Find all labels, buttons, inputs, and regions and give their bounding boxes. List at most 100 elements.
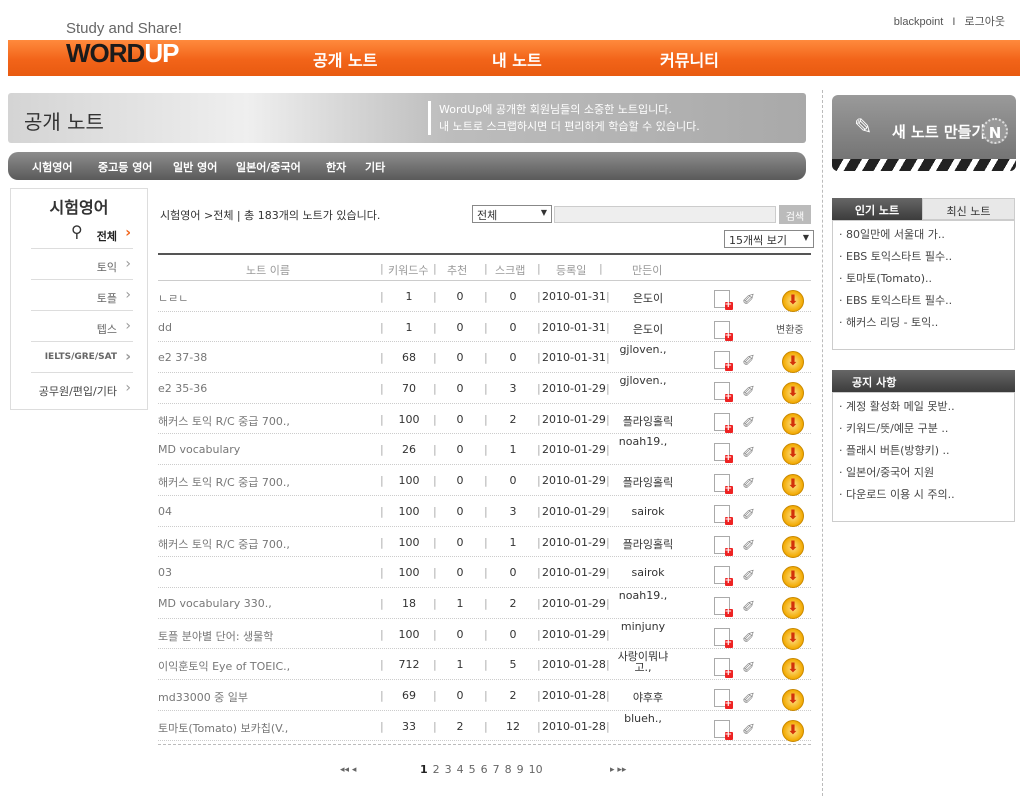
scrap-icon[interactable]: ✐ [742,536,755,555]
note-name[interactable]: md33000 중 일부 [158,689,368,705]
add-note-icon[interactable]: + [714,658,733,679]
download-icon[interactable]: ⬇ [782,504,804,527]
list-item[interactable]: · 80일만에 서울대 가.. [839,224,1014,246]
prev-page-button[interactable]: ◂◂ ◂ [340,765,356,775]
page-number[interactable]: 8 [505,763,512,776]
scrap-icon[interactable]: ✐ [742,351,755,370]
filter-select[interactable]: 전체 ▼ [472,205,552,223]
add-note-icon[interactable]: + [714,351,733,372]
table-row[interactable]: ㄴㄹㄴ | 1 | 0 | 0 | 2010-01-31 | 은도이 + ✐ ⬇ [158,281,811,312]
list-item[interactable]: · 키워드/뜻/예문 구분 .. [839,418,1014,440]
download-icon[interactable]: ⬇ [782,290,804,312]
sidebar-item-all[interactable]: ⚲ 전체 › [31,219,133,249]
download-icon[interactable]: ⬇ [782,566,804,589]
page-number[interactable]: 6 [481,763,488,776]
scrap-icon[interactable]: ✐ [742,443,755,462]
sidebar-item-teps[interactable]: 텝스 › [31,312,133,342]
scrap-icon[interactable]: ✐ [742,628,755,647]
table-row[interactable]: 해커스 토익 R/C 중급 700., | 100 | 0 | 2 | 2010-01-29 | 플… [158,404,811,435]
list-item[interactable]: · 일본어/중국어 지원 [839,462,1014,484]
add-note-icon[interactable]: + [714,474,733,495]
note-name[interactable]: 03 [158,566,368,579]
new-note-button[interactable]: ✎ 새 노트 만들기 N [832,95,1016,171]
download-icon[interactable]: ⬇ [782,474,804,497]
page-number[interactable]: 1 [420,763,428,776]
add-note-icon[interactable]: + [714,382,733,403]
page-number[interactable]: 7 [493,763,500,776]
download-icon[interactable]: ⬇ [782,443,804,466]
add-note-icon[interactable]: + [714,290,733,310]
logout-link[interactable]: 로그아웃 [965,16,1005,28]
note-name[interactable]: 이익훈토익 Eye of TOEIC., [158,658,368,674]
author[interactable]: noah19., [613,590,673,601]
author[interactable]: 사랑이뭐냐고., [613,651,673,673]
page-number[interactable]: 9 [517,763,524,776]
author[interactable]: sairok [613,505,683,518]
scrap-icon[interactable]: ✐ [742,566,755,585]
add-note-icon[interactable]: + [714,596,733,617]
download-icon[interactable]: ⬇ [782,596,804,619]
table-row[interactable]: 토플 분야별 단어: 생물학 | 100 | 0 | 0 | 2010-01-29 | minjun… [158,619,811,650]
download-icon[interactable]: ⬇ [782,688,804,711]
note-name[interactable]: e2 35-36 [158,382,368,395]
page-number[interactable]: 3 [445,763,452,776]
list-item[interactable]: · 계정 활성화 메일 못받.. [839,396,1014,418]
sidebar-item-toeic[interactable]: 토익 › [31,250,133,280]
note-name[interactable]: 해커스 토익 R/C 중급 700., [158,474,368,490]
add-note-icon[interactable]: + [714,535,733,556]
list-item[interactable]: · 토마토(Tomato).. [839,268,1014,290]
username-link[interactable]: blackpoint [894,16,944,28]
download-icon[interactable]: ⬇ [782,382,804,405]
table-row[interactable]: 04 | 100 | 0 | 3 | 2010-01-29 | sairok + ✐ ⬇ [158,496,811,527]
author[interactable]: 야후후 [613,689,683,705]
table-row[interactable]: md33000 중 일부 | 69 | 0 | 2 | 2010-01-28 | 야후후 + ✐ ⬇ [158,680,811,711]
sidebar-item-ielts[interactable]: IELTS/GRE/SAT › [31,343,133,373]
author[interactable]: sairok [613,566,683,579]
table-row[interactable]: 이익훈토익 Eye of TOEIC., | 712 | 1 | 5 | 2010-01-28 |… [158,649,811,681]
tab-popular[interactable]: 인기 노트 [832,198,922,220]
download-icon[interactable]: ⬇ [782,658,804,681]
author[interactable]: minjuny [613,621,673,632]
author[interactable]: gjloven., [613,344,673,355]
table-row[interactable]: MD vocabulary | 26 | 0 | 1 | 2010-01-29 | noah19.,… [158,434,811,466]
table-row[interactable]: 토마토(Tomato) 보카칩(V., | 33 | 2 | 12 | 2010-01-28 | b… [158,711,811,742]
scrap-icon[interactable]: ✐ [742,413,755,432]
add-note-icon[interactable]: + [714,719,733,740]
add-note-icon[interactable]: + [714,504,733,525]
note-name[interactable]: 해커스 토익 R/C 중급 700., [158,536,368,552]
scrap-icon[interactable]: ✐ [742,597,755,616]
add-note-icon[interactable]: + [714,320,733,341]
sidebar-item-civil-service[interactable]: 공무원/편입/기타 › [21,374,133,404]
author[interactable]: noah19., [613,436,673,447]
add-note-icon[interactable]: + [714,688,733,709]
download-icon[interactable]: ⬇ [782,627,804,650]
note-name[interactable]: dd [158,321,368,334]
page-number[interactable]: 4 [457,763,464,776]
note-name[interactable]: MD vocabulary [158,443,368,456]
scrap-icon[interactable]: ✐ [742,505,755,524]
scrap-icon[interactable]: ✐ [742,720,755,739]
author[interactable]: blueh., [613,713,673,724]
scrap-icon[interactable]: ✐ [742,689,755,708]
page-number[interactable]: 5 [469,763,476,776]
nav-my-notes[interactable]: 내 노트 [492,47,542,71]
scrap-icon[interactable]: ✐ [742,658,755,677]
add-note-icon[interactable]: + [714,412,733,433]
scrap-icon[interactable]: ✐ [742,382,755,401]
category-test-english[interactable]: 시험영어 [32,159,72,175]
table-row[interactable]: MD vocabulary 330., | 18 | 1 | 2 | 2010-01-29 | no… [158,588,811,619]
search-button[interactable]: 검색 [779,205,811,224]
note-name[interactable]: ㄴㄹㄴ [158,290,368,306]
search-input[interactable] [554,206,776,223]
add-note-icon[interactable]: + [714,566,733,587]
per-page-select[interactable]: 15개씩 보기 ▼ [724,230,814,248]
note-name[interactable]: 해커스 토익 R/C 중급 700., [158,413,368,429]
category-hanja[interactable]: 한자 [326,159,346,175]
table-row[interactable]: 해커스 토익 R/C 중급 700., | 100 | 0 | 1 | 2010-01-29 | 플… [158,527,811,558]
note-name[interactable]: MD vocabulary 330., [158,597,368,610]
tab-recent[interactable]: 최신 노트 [922,198,1015,220]
author[interactable]: 플라잉홀릭 [613,474,683,490]
page-number[interactable]: 2 [433,763,440,776]
download-icon[interactable]: ⬇ [782,535,804,558]
list-item[interactable]: · 플래시 버튼(방향키) .. [839,440,1014,462]
